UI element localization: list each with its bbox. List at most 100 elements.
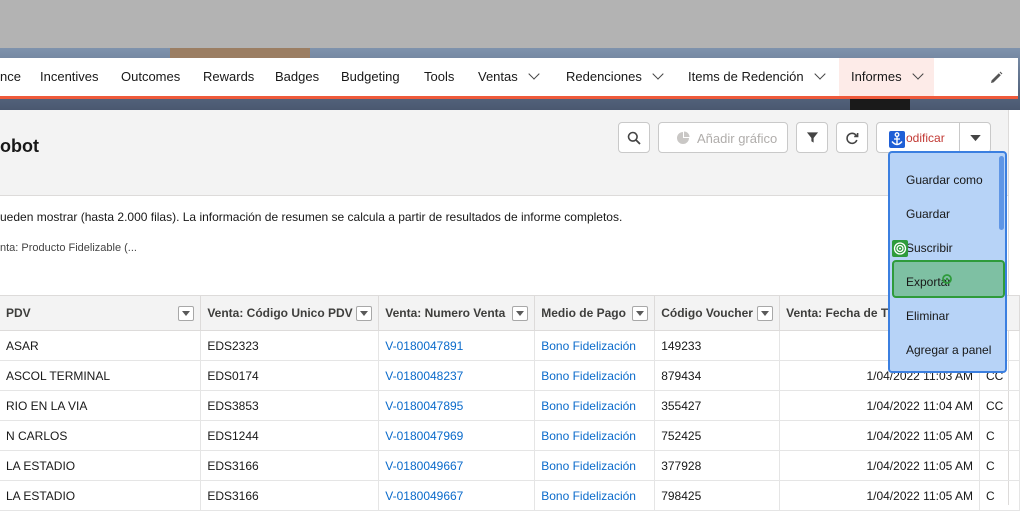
column-header-codigo-pdv[interactable]: Venta: Código Unico PDV xyxy=(200,295,380,331)
nav-item-label: Outcomes xyxy=(121,69,181,84)
column-menu-icon[interactable] xyxy=(178,306,195,321)
table-cell[interactable]: V-0180049667 xyxy=(378,480,536,511)
menu-item-suscribir[interactable]: Suscribir xyxy=(906,241,953,255)
search-button[interactable] xyxy=(618,122,650,153)
report-info-text: ueden mostrar (hasta 2.000 filas). La in… xyxy=(0,210,623,224)
nav-item-rewards[interactable]: Rewards xyxy=(203,69,254,84)
column-header-label: Venta: Fecha de Tr xyxy=(786,306,893,320)
actions-dropdown-menu: Guardar como Guardar Suscribir Exportar … xyxy=(888,151,1007,373)
chevron-down-icon xyxy=(970,135,981,142)
table-cell: 149233 xyxy=(654,330,781,361)
nav-item-label: nce xyxy=(0,69,21,84)
filter-button[interactable] xyxy=(796,122,828,153)
table-cell: C xyxy=(979,480,1020,511)
table-cell: 798425 xyxy=(654,480,781,511)
banner-roof-shape xyxy=(170,48,310,58)
nav-item-label: Tools xyxy=(424,69,455,84)
nav-item-informes[interactable]: Informes xyxy=(839,58,934,96)
nav-item-ventas[interactable]: Ventas xyxy=(478,68,540,84)
table-cell: CC xyxy=(979,390,1020,421)
target-marker xyxy=(892,240,908,257)
column-header-pdv[interactable]: PDV xyxy=(0,295,202,331)
table-cell[interactable]: Bono Fidelización xyxy=(534,480,656,511)
table-cell: LA ESTADIO xyxy=(0,480,202,511)
table-cell[interactable]: V-0180047891 xyxy=(378,330,536,361)
menu-item-guardar-como[interactable]: Guardar como xyxy=(906,173,983,187)
column-menu-icon[interactable] xyxy=(632,306,649,321)
column-header-label: PDV xyxy=(6,306,31,320)
table-row: ASAR EDS2323 V-0180047891 Bono Fidelización… xyxy=(0,330,1020,361)
table-cell: RIO EN LA VIA xyxy=(0,390,202,421)
chevron-down-icon xyxy=(528,68,540,80)
nav-item-label: Badges xyxy=(275,69,320,84)
nav-item-label: Informes xyxy=(851,69,902,84)
window-top-bar xyxy=(0,0,1020,48)
column-header-medio-pago[interactable]: Medio de Pago xyxy=(534,295,656,331)
table-cell[interactable]: V-0180047969 xyxy=(378,420,536,451)
column-menu-icon[interactable] xyxy=(757,306,774,321)
table-cell: LA ESTADIO xyxy=(0,450,202,481)
table-cell: 1/04/2022 11:05 AM xyxy=(779,420,980,451)
chevron-down-icon xyxy=(813,68,826,80)
menu-item-guardar[interactable]: Guardar xyxy=(906,207,950,221)
column-header-label: Venta: Código Unico PDV xyxy=(207,306,353,320)
menu-item-agregar-a-panel[interactable]: Agregar a panel xyxy=(906,343,991,357)
table-cell[interactable]: V-0180049667 xyxy=(378,450,536,481)
refresh-button[interactable] xyxy=(836,122,868,153)
column-header-numero-venta[interactable]: Venta: Numero Venta xyxy=(378,295,536,331)
modify-label: odificar xyxy=(906,131,945,145)
nav-item-items-de-redencion[interactable]: Items de Redención xyxy=(688,68,826,84)
menu-item-eliminar[interactable]: Eliminar xyxy=(906,309,949,323)
column-menu-icon[interactable] xyxy=(356,306,373,321)
anchor-marker xyxy=(889,131,905,148)
table-cell: ASCOL TERMINAL xyxy=(0,360,202,391)
more-actions-button[interactable] xyxy=(959,122,991,153)
table-cell: EDS1244 xyxy=(200,420,380,451)
report-table: PDV Venta: Código Unico PDV Venta: Numer… xyxy=(0,295,1020,511)
table-cell[interactable]: Bono Fidelización xyxy=(534,450,656,481)
table-cell: 1/04/2022 11:04 AM xyxy=(779,390,980,421)
nav-item-tools[interactable]: Tools xyxy=(424,69,454,84)
nav-item-nce[interactable]: nce xyxy=(0,69,21,84)
nav-item-label: Redenciones xyxy=(566,69,642,84)
table-cell: EDS3853 xyxy=(200,390,380,421)
table-cell[interactable]: Bono Fidelización xyxy=(534,360,656,391)
add-chart-label: Añadir gráfico xyxy=(697,131,778,146)
table-row: LA ESTADIO EDS3166 V-0180049667 Bono Fideli… xyxy=(0,480,1020,511)
search-icon xyxy=(627,131,641,145)
table-cell: EDS0174 xyxy=(200,360,380,391)
menu-scrollbar[interactable] xyxy=(999,156,1004,230)
table-cell[interactable]: Bono Fidelización xyxy=(534,390,656,421)
table-cell: 377928 xyxy=(654,450,781,481)
nav-item-outcomes[interactable]: Outcomes xyxy=(121,69,180,84)
table-cell: 879434 xyxy=(654,360,781,391)
nav-item-badges[interactable]: Badges xyxy=(275,69,319,84)
refresh-icon xyxy=(846,132,859,145)
table-cell: EDS3166 xyxy=(200,480,380,511)
column-header-label: Venta: Numero Venta xyxy=(385,306,506,320)
column-header-label: Medio de Pago xyxy=(541,306,626,320)
table-cell[interactable]: V-0180047895 xyxy=(378,390,536,421)
nav-item-redenciones[interactable]: Redenciones xyxy=(566,68,664,84)
column-header-codigo-voucher[interactable]: Código Voucher xyxy=(654,295,781,331)
nav-item-incentives[interactable]: Incentives xyxy=(40,69,99,84)
nav-item-budgeting[interactable]: Budgeting xyxy=(341,69,400,84)
report-filter-summary[interactable]: nta: Producto Fidelizable (... xyxy=(0,242,137,254)
table-cell[interactable]: Bono Fidelización xyxy=(534,420,656,451)
table-row: RIO EN LA VIA EDS3853 V-0180047895 Bono Fid… xyxy=(0,390,1020,421)
pencil-icon[interactable] xyxy=(988,70,1004,86)
table-row: N CARLOS EDS1244 V-0180047969 Bono Fideliza… xyxy=(0,420,1020,451)
table-cell: EDS2323 xyxy=(200,330,380,361)
column-menu-icon[interactable] xyxy=(512,306,529,321)
table-cell: 355427 xyxy=(654,390,781,421)
crosshair-icon xyxy=(942,274,952,284)
table-cell[interactable]: Bono Fidelización xyxy=(534,330,656,361)
target-icon xyxy=(893,242,907,255)
add-chart-button[interactable]: Añadir gráfico xyxy=(658,122,788,153)
chevron-down-icon xyxy=(652,68,664,80)
nav-item-label: Budgeting xyxy=(341,69,400,84)
table-cell: 752425 xyxy=(654,420,781,451)
table-cell[interactable]: V-0180048237 xyxy=(378,360,536,391)
table-cell: 1/04/2022 11:05 AM xyxy=(779,450,980,481)
pie-chart-icon xyxy=(677,131,690,144)
